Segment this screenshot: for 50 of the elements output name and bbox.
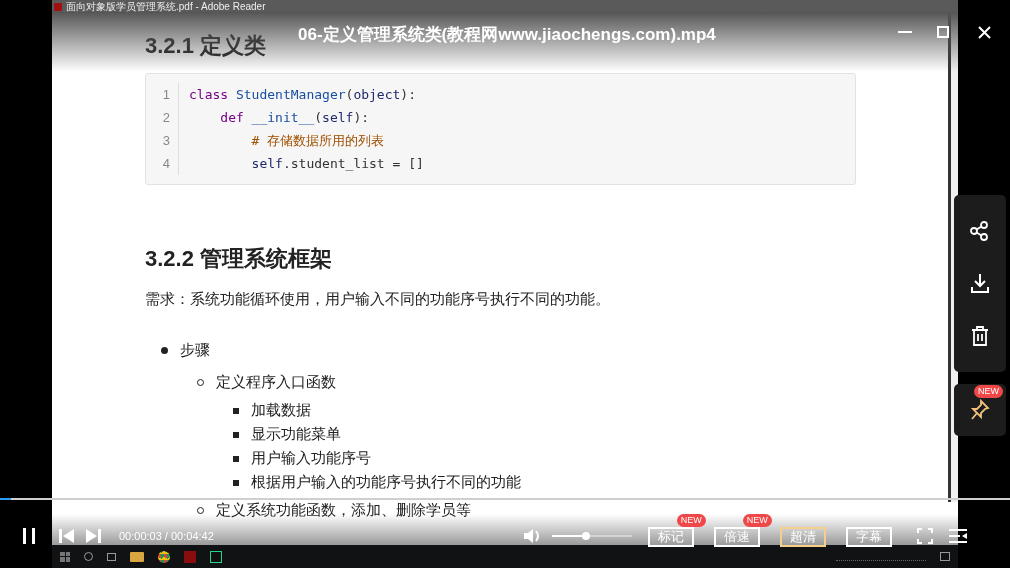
- windows-start-icon[interactable]: [60, 551, 70, 562]
- notification-icon[interactable]: [940, 552, 950, 561]
- player-option-button[interactable]: 超清: [779, 526, 826, 547]
- list-item-text: 显示功能菜单: [251, 424, 341, 445]
- player-option-button[interactable]: 字幕: [845, 526, 892, 547]
- bullet-icon: [233, 455, 239, 462]
- section-heading: 3.2.2 管理系统框架: [145, 245, 333, 273]
- browser-icon[interactable]: [158, 550, 170, 563]
- code-line: def __init__(self):: [178, 106, 370, 129]
- bullet-icon: [233, 431, 239, 438]
- player-option-button[interactable]: 倍速: [713, 526, 760, 547]
- download-icon[interactable]: [971, 273, 989, 294]
- list-item-text: 步骤: [180, 340, 210, 361]
- line-number: 2: [161, 108, 171, 127]
- bullet-icon: [233, 407, 239, 414]
- code-line: # 存储数据所用的列表: [178, 129, 385, 152]
- bullet-icon: [161, 347, 168, 354]
- window-title: 面向对象版学员管理系统.pdf - Adobe Reader: [66, 1, 266, 12]
- close-icon[interactable]: [978, 26, 991, 39]
- code-line: class StudentManager(object):: [178, 83, 416, 106]
- time-display: 00:00:03 / 00:04:42: [119, 528, 214, 544]
- volume-thumb[interactable]: [582, 532, 591, 540]
- list-item-text: 根据用户输入的功能序号执行不同的功能: [251, 472, 521, 493]
- fullscreen-icon[interactable]: [916, 528, 933, 544]
- player-option-button[interactable]: 标记: [647, 526, 694, 547]
- previous-icon[interactable]: [59, 529, 74, 543]
- task-view-icon[interactable]: [107, 552, 116, 561]
- delete-icon[interactable]: [971, 325, 989, 346]
- new-badge: NEW: [974, 385, 1003, 398]
- pause-icon[interactable]: [23, 528, 35, 544]
- list-item-text: 加载数据: [251, 400, 311, 421]
- bullet-icon: [233, 479, 239, 486]
- next-icon[interactable]: [86, 529, 101, 543]
- list-item-text: 定义系统功能函数，添加、删除学员等: [216, 500, 471, 521]
- pin-icon[interactable]: [970, 399, 990, 421]
- playlist-icon[interactable]: [948, 529, 967, 543]
- ide-icon[interactable]: [210, 550, 222, 563]
- app-icon: [54, 2, 62, 11]
- line-number: 1: [161, 85, 171, 104]
- requirement-text: 需求：系统功能循环使用，用户输入不同的功能序号执行不同的功能。: [145, 289, 610, 309]
- list-item-text: 定义程序入口函数: [216, 372, 336, 393]
- line-number: 4: [161, 154, 171, 173]
- list-item-text: 用户输入功能序号: [251, 448, 371, 469]
- code-line: self.student_list = []: [178, 152, 424, 175]
- folder-icon[interactable]: [130, 551, 144, 562]
- share-icon[interactable]: [970, 221, 990, 242]
- line-number: 3: [161, 131, 171, 150]
- maximize-icon[interactable]: [937, 26, 949, 38]
- video-title: 06-定义管理系统类(教程网www.jiaochengs.com).mp4: [298, 24, 716, 46]
- section-heading: 3.2.1 定义类: [145, 32, 267, 60]
